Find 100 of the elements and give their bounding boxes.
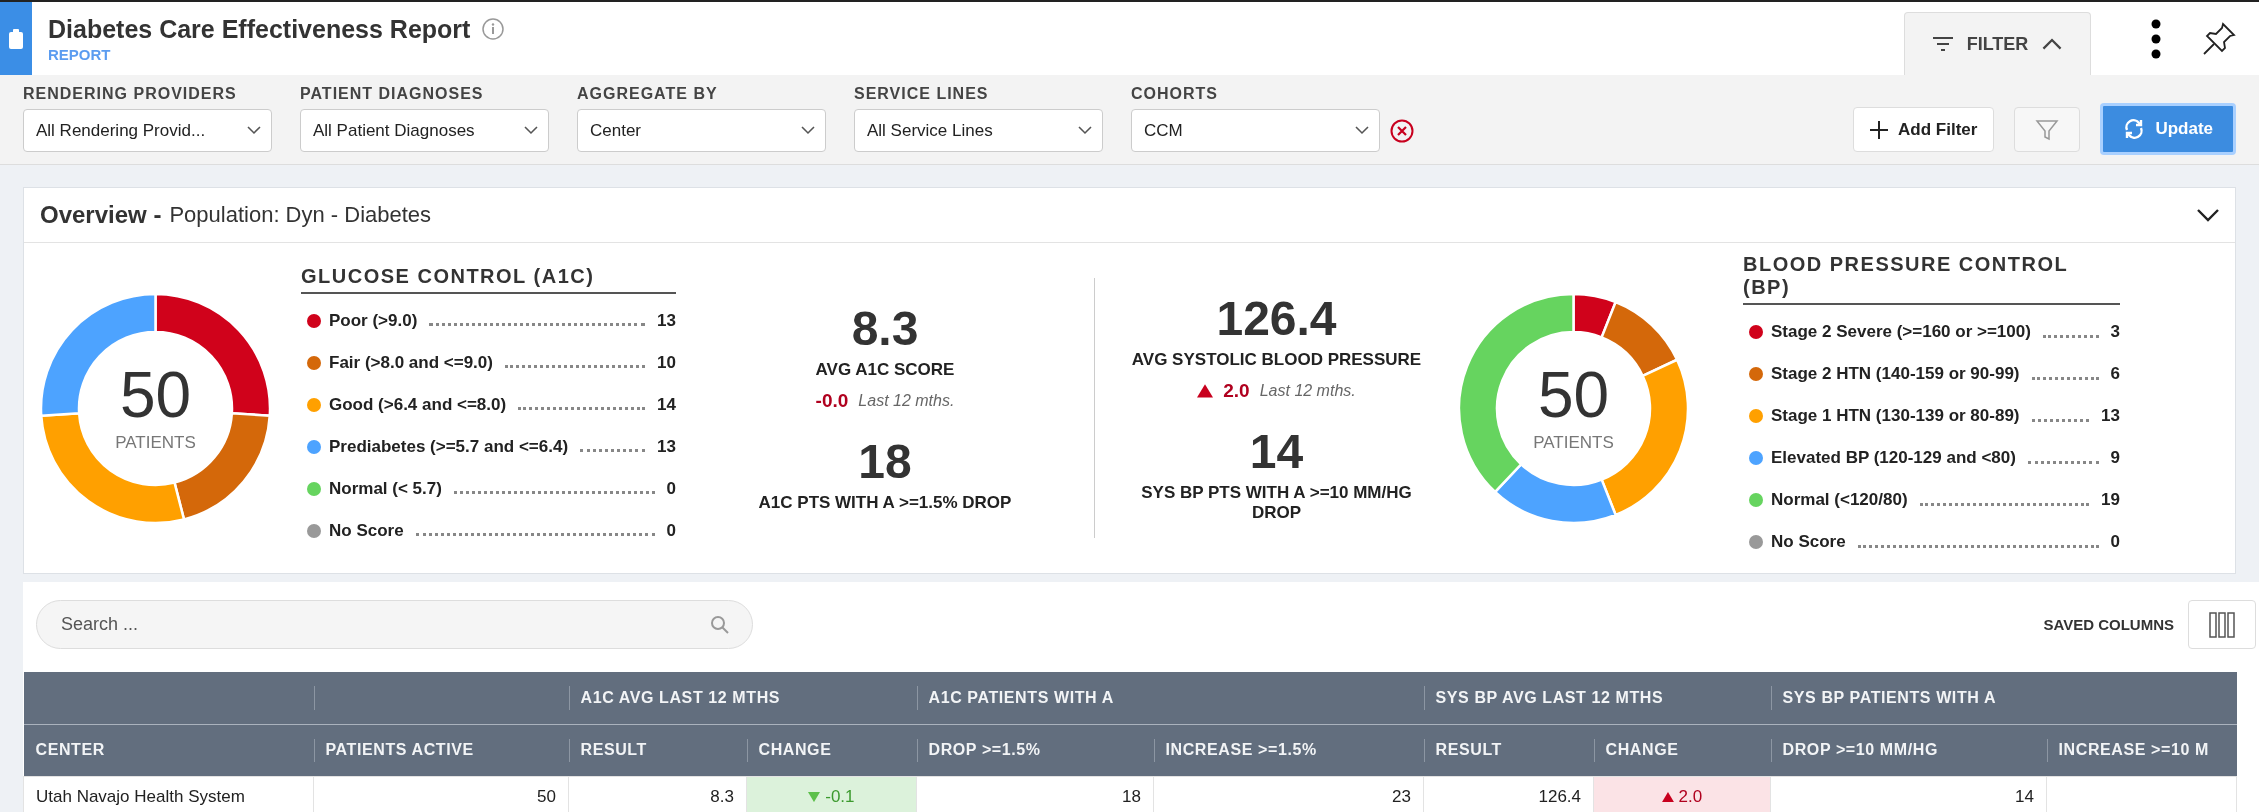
change-cell: -0.1 <box>746 776 917 812</box>
funnel-icon <box>2035 117 2060 142</box>
column-header[interactable]: INCREASE >=1.5% <box>1153 724 1424 776</box>
column-header[interactable]: CENTER <box>23 724 314 776</box>
legend-label: Poor (>9.0) <box>329 310 418 331</box>
update-button[interactable]: Update <box>2100 103 2236 155</box>
legend-count: 14 <box>657 394 676 415</box>
column-header[interactable]: DROP >=1.5% <box>916 724 1154 776</box>
period-label: Last 12 mths. <box>1259 382 1356 400</box>
column-header[interactable]: CHANGE <box>1593 724 1771 776</box>
stat-value: 8.3 <box>851 303 919 356</box>
legend-count: 13 <box>657 436 676 457</box>
legend-count: 10 <box>657 352 676 373</box>
clipboard-icon <box>8 28 24 49</box>
column-header[interactable]: CHANGE <box>746 724 917 776</box>
period-label: Last 12 mths. <box>858 392 955 410</box>
filter-icon <box>1932 37 1953 51</box>
legend-label: Prediabetes (>=5.7 and <=6.4) <box>329 436 569 457</box>
table-cell: 8.3 <box>568 776 747 812</box>
triangle-up-icon <box>1661 791 1674 802</box>
change-cell: 2.0 <box>1593 776 1771 812</box>
caret-up-icon <box>2042 38 2063 50</box>
table-cell: Utah Navajo Health System <box>23 776 314 812</box>
legend-count: 13 <box>2101 406 2120 426</box>
filter-tab[interactable]: FILTER <box>1904 12 2091 75</box>
refresh-icon <box>2123 118 2146 140</box>
column-group-header: SYS BP AVG LAST 12 MTHS <box>1423 672 1771 724</box>
columns-button[interactable] <box>2188 600 2256 649</box>
legend-count: 13 <box>657 310 676 331</box>
change-value: -0.0 <box>815 390 849 412</box>
leader-line <box>2031 418 2090 422</box>
stat-label: AVG A1C SCORE <box>815 360 955 380</box>
info-icon[interactable] <box>482 18 505 40</box>
plus-icon <box>1870 120 1889 139</box>
filter-dropdown[interactable]: All Rendering Provid... <box>23 109 272 152</box>
chevron-down-icon <box>801 126 815 135</box>
chevron-down-icon <box>524 126 538 135</box>
column-group-header: SYS BP PATIENTS WITH A <box>1770 672 2237 724</box>
population-label: Population: Dyn - Diabetes <box>169 202 432 228</box>
legend-label: Stage 2 Severe (>=160 or >=100) <box>1771 322 2031 342</box>
patient-total: 50 <box>119 363 192 427</box>
stat-label: AVG SYSTOLIC BLOOD PRESSURE <box>1131 350 1422 370</box>
legend-title: GLUCOSE CONTROL (A1C) <box>301 264 676 294</box>
stat-label: A1C PTS WITH A >=1.5% DROP <box>758 492 1012 513</box>
legend-label: Normal (<120/80) <box>1771 490 1908 510</box>
column-header[interactable]: RESULT <box>568 724 747 776</box>
filter-label: COHORTS <box>1131 85 1219 103</box>
column-group-header: A1C PATIENTS WITH A <box>916 672 1424 724</box>
leader-line <box>580 449 646 452</box>
triangle-down-icon <box>808 791 821 802</box>
change-value: 2.0 <box>1223 380 1250 402</box>
triangle-up-icon <box>1197 384 1214 398</box>
patients-label: PATIENTS <box>115 433 196 453</box>
filter-dropdown[interactable]: All Service Lines <box>854 109 1103 152</box>
table-cell: 50 <box>313 776 569 812</box>
chevron-down-icon <box>247 126 261 135</box>
legend-label: Elevated BP (120-129 and <80) <box>1771 448 2016 468</box>
chevron-down-icon <box>1078 126 1092 135</box>
remove-icon[interactable] <box>1390 118 1414 143</box>
leader-line <box>2031 376 2099 380</box>
legend-count: 0 <box>2110 532 2120 552</box>
overview-title: Overview - <box>40 201 162 229</box>
legend-title: BLOOD PRESSURE CONTROL (BP) <box>1743 253 2120 305</box>
patients-label: PATIENTS <box>1533 433 1614 453</box>
column-header[interactable]: PATIENTS ACTIVE <box>313 724 569 776</box>
report-title: Diabetes Care Effectiveness Report <box>48 14 471 44</box>
stat-label: SYS BP PTS WITH A >=10 MM/HG DROP <box>1140 482 1413 523</box>
stat-value: 126.4 <box>1216 293 1337 346</box>
column-group-header: A1C AVG LAST 12 MTHS <box>568 672 917 724</box>
legend-count: 0 <box>666 520 676 541</box>
legend-label: Good (>6.4 and <=8.0) <box>329 394 507 415</box>
filter-dropdown[interactable]: Center <box>577 109 826 152</box>
search-icon <box>710 614 730 635</box>
filter-label: SERVICE LINES <box>854 85 990 103</box>
table-cell: 126.4 <box>1423 776 1594 812</box>
report-subtitle: REPORT <box>48 45 112 63</box>
filter-label: RENDERING PROVIDERS <box>23 85 238 103</box>
column-header[interactable]: DROP >=10 MM/HG <box>1770 724 2047 776</box>
add-filter-button[interactable]: Add Filter <box>1853 107 1995 152</box>
table-cell: 14 <box>1770 776 2047 812</box>
legend-count: 3 <box>2110 322 2120 342</box>
legend-label: Fair (>8.0 and <=9.0) <box>329 352 493 373</box>
legend-label: Stage 2 HTN (140-159 or 90-99) <box>1771 364 2020 384</box>
legend-count: 0 <box>666 478 676 499</box>
legend-label: Stage 1 HTN (130-139 or 80-89) <box>1771 406 2020 426</box>
collapse-icon[interactable] <box>2197 208 2219 222</box>
table-cell: 18 <box>916 776 1154 812</box>
columns-icon <box>2209 611 2235 638</box>
column-header[interactable]: INCREASE >=10 M <box>2046 724 2237 776</box>
stat-value: 18 <box>858 436 912 489</box>
filter-dropdown[interactable]: All Patient Diagnoses <box>300 109 549 152</box>
saved-columns-label: SAVED COLUMNS <box>2043 616 2174 633</box>
legend-label: No Score <box>1771 532 1846 552</box>
column-header[interactable]: RESULT <box>1423 724 1594 776</box>
chevron-down-icon <box>1355 126 1369 135</box>
filter-dropdown[interactable]: CCM <box>1131 109 1380 152</box>
legend-label: Normal (< 5.7) <box>329 478 442 499</box>
legend-count: 19 <box>2101 490 2120 510</box>
legend-count: 6 <box>2110 364 2120 384</box>
filter-label: AGGREGATE BY <box>577 85 719 103</box>
